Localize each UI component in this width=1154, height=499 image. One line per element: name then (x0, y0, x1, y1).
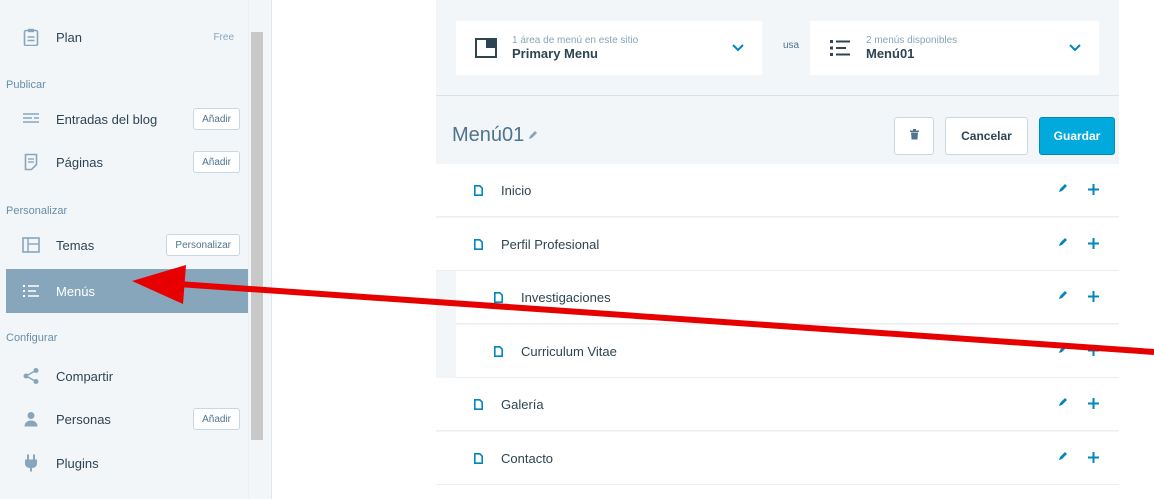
chevron-down-icon (1069, 39, 1081, 55)
add-page-button[interactable]: Añadir (193, 151, 240, 173)
section-header-publicar: Publicar (6, 79, 46, 91)
menus-icon (20, 280, 42, 302)
menu-editor-panel: 1 área de menú en este sitio Primary Men… (436, 0, 1119, 485)
sidebar-divider (264, 0, 272, 499)
menu-item-label: Curriculum Vitae (521, 343, 617, 359)
add-person-button[interactable]: Añadir (193, 408, 240, 430)
menu-item[interactable]: Inicio (436, 164, 1119, 217)
plus-icon[interactable] (1088, 182, 1099, 199)
plus-icon[interactable] (1088, 343, 1099, 360)
plan-badge: Free (213, 31, 234, 43)
add-post-button[interactable]: Añadir (193, 108, 240, 130)
menu-item[interactable]: Investigaciones (456, 271, 1119, 324)
page-icon (20, 151, 42, 173)
menus-list-icon (826, 34, 854, 62)
menu-item-label: Inicio (501, 182, 532, 198)
pencil-icon[interactable] (1058, 236, 1068, 253)
page-icon (474, 452, 488, 464)
pencil-icon[interactable] (1058, 289, 1068, 306)
person-icon (20, 408, 42, 430)
sidebar-item-label: Compartir (56, 368, 114, 384)
menu-select[interactable]: 2 menús disponibles Menú01 (810, 21, 1099, 75)
menu-item[interactable]: Perfil Profesional (436, 218, 1119, 271)
menu-item-actions (1058, 289, 1099, 306)
sidebar-item-personas[interactable]: Personas Añadir (0, 397, 248, 441)
page-icon (494, 345, 508, 357)
page-icon (494, 291, 508, 303)
menu-item-actions (1058, 450, 1099, 467)
location-value: Primary Menu (512, 46, 598, 61)
menu-item[interactable]: Curriculum Vitae (456, 325, 1119, 378)
sidebar-item-temas[interactable]: Temas Personalizar (0, 223, 248, 267)
section-header-configurar: Configurar (6, 332, 58, 344)
pencil-icon[interactable] (1058, 343, 1068, 360)
customize-button[interactable]: Personalizar (166, 234, 240, 256)
sidebar-item-paginas[interactable]: Páginas Añadir (0, 140, 248, 184)
plus-icon[interactable] (1088, 396, 1099, 413)
section-header-personalizar: Personalizar (6, 205, 68, 217)
sidebar-item-label: Plugins (56, 455, 99, 471)
plus-icon[interactable] (1088, 236, 1099, 253)
usa-label: usa (783, 40, 800, 51)
plus-icon[interactable] (1088, 450, 1099, 467)
menu-item-label: Investigaciones (521, 289, 611, 305)
menus-count: 2 menús disponibles (866, 35, 958, 46)
page-icon (474, 238, 488, 250)
sidebar-item-entradas[interactable]: Entradas del blog Añadir (0, 97, 248, 141)
trash-icon (909, 129, 919, 143)
menu-header: Menú01 Cancelar Guardar (436, 108, 1119, 164)
menu-location-select[interactable]: 1 área de menú en este sitio Primary Men… (456, 21, 762, 75)
menu-item-actions (1058, 396, 1099, 413)
sidebar-scroll-thumb[interactable] (251, 32, 263, 440)
sidebar-item-plugins[interactable]: Plugins (0, 441, 248, 485)
menu-item[interactable]: Contacto (436, 432, 1119, 485)
chevron-down-icon (732, 39, 744, 55)
share-icon (20, 365, 42, 387)
location-select-text: 1 área de menú en este sitio Primary Men… (512, 35, 638, 61)
menu-select-text: 2 menús disponibles Menú01 (866, 35, 957, 61)
menu-selectors: 1 área de menú en este sitio Primary Men… (436, 0, 1119, 96)
menu-item-actions (1058, 343, 1099, 360)
plug-icon (20, 452, 42, 474)
location-count: 1 área de menú en este sitio (512, 35, 639, 46)
posts-icon (20, 108, 42, 130)
pencil-icon[interactable] (1058, 182, 1068, 199)
delete-menu-button[interactable] (894, 117, 934, 155)
menu-item-label: Perfil Profesional (501, 236, 600, 252)
pencil-icon[interactable] (528, 129, 538, 143)
menu-item-label: Galería (501, 396, 544, 412)
menu-item-actions (1058, 236, 1099, 253)
menu-title[interactable]: Menú01 (452, 124, 538, 147)
page-icon (474, 398, 488, 410)
pencil-icon[interactable] (1058, 450, 1068, 467)
clipboard-icon (20, 26, 42, 48)
sidebar-item-menus[interactable]: Menús (6, 269, 248, 313)
menu-name: Menú01 (452, 124, 525, 146)
page-icon (474, 184, 488, 196)
themes-icon (20, 234, 42, 256)
cancel-button[interactable]: Cancelar (945, 117, 1028, 155)
sidebar-item-compartir[interactable]: Compartir (0, 354, 248, 398)
sidebar-item-label: Menús (56, 283, 96, 299)
save-button[interactable]: Guardar (1039, 117, 1115, 155)
indent-guide (436, 270, 456, 376)
menu-item-label: Contacto (501, 450, 554, 466)
menu-item-actions (1058, 182, 1099, 199)
pencil-icon[interactable] (1058, 396, 1068, 413)
sidebar: Plan Free Publicar Entradas del blog Aña… (0, 0, 248, 499)
menu-area-icon (472, 34, 500, 62)
menu-value: Menú01 (866, 46, 915, 61)
sidebar-item-plan[interactable]: Plan Free (0, 15, 248, 59)
plus-icon[interactable] (1088, 289, 1099, 306)
menu-item[interactable]: Galería (436, 378, 1119, 431)
